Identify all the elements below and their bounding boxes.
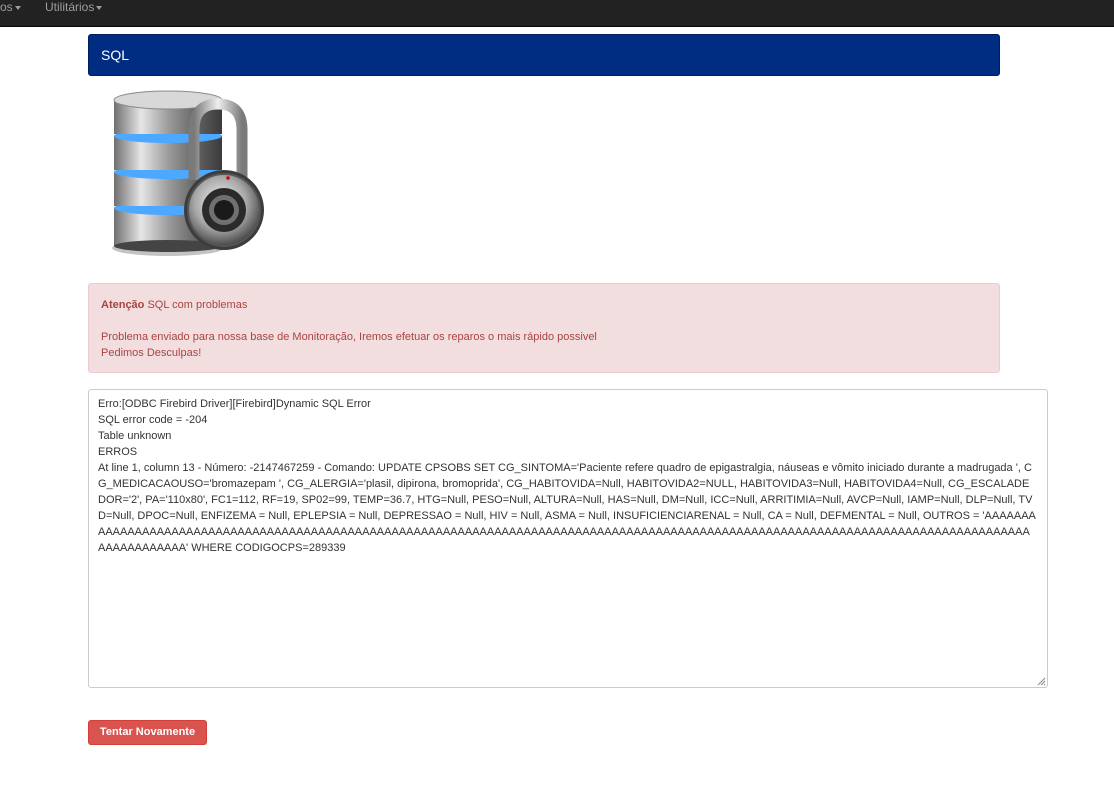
caret-down-icon <box>96 5 103 10</box>
nav-menu-label: Utilitários <box>45 0 95 14</box>
nav-menu-utilitarios[interactable]: Utilitários <box>45 0 103 16</box>
alert-strong: Atenção <box>101 299 145 311</box>
error-line: ERROS <box>98 446 138 458</box>
alert-danger: Atenção SQL com problemas Problema envia… <box>88 283 1000 373</box>
top-navbar: os Utilitários <box>0 0 1114 27</box>
alert-headline: Atenção SQL com problemas <box>101 298 247 312</box>
resize-grip-icon[interactable] <box>1037 677 1046 686</box>
error-line: Erro:[ODBC Firebird Driver][Firebird]Dyn… <box>98 398 371 410</box>
error-line: At line 1, column 13 - Número: -21474672… <box>98 462 1036 554</box>
error-line: Table unknown <box>98 430 172 442</box>
retry-button[interactable]: Tentar Novamente <box>88 720 207 745</box>
alert-apology: Pedimos Desculpas! <box>101 347 202 359</box>
caret-down-icon <box>14 5 21 10</box>
error-line: SQL error code = -204 <box>98 414 208 426</box>
nav-menu-label: os <box>0 0 13 14</box>
database-lock-image <box>112 90 264 256</box>
alert-headline-text: SQL com problemas <box>144 299 248 311</box>
panel-heading: SQL <box>88 34 1000 76</box>
panel-title: SQL <box>101 47 130 63</box>
nav-menu-truncated[interactable]: os <box>0 0 21 16</box>
error-details-textarea[interactable]: Erro:[ODBC Firebird Driver][Firebird]Dyn… <box>88 389 1048 688</box>
alert-message: Problema enviado para nossa base de Moni… <box>101 331 597 343</box>
